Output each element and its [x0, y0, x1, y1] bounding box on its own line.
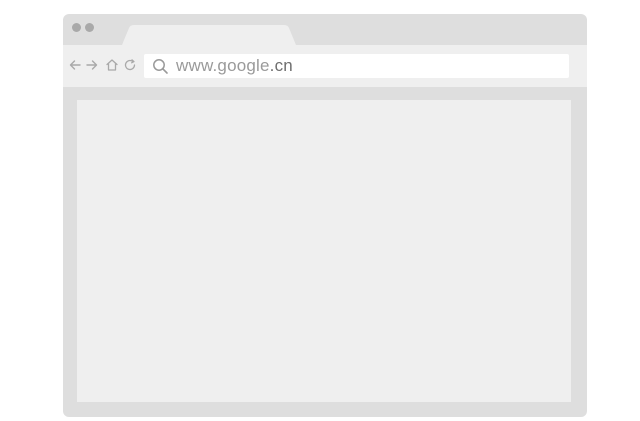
address-bar[interactable]: www.google.cn [144, 54, 569, 78]
url-text[interactable]: www.google.cn [176, 56, 293, 76]
forward-arrow-icon[interactable] [85, 58, 99, 72]
browser-toolbar: www.google.cn [63, 45, 587, 87]
url-tld: .cn [269, 56, 293, 75]
search-icon [152, 58, 169, 75]
window-dot-1[interactable] [72, 23, 81, 32]
url-host: www.google [176, 56, 270, 75]
home-icon[interactable] [105, 58, 119, 72]
reload-icon[interactable] [123, 58, 137, 72]
browser-tab[interactable] [122, 25, 296, 45]
browser-window: www.google.cn [63, 14, 587, 417]
window-dot-2[interactable] [85, 23, 94, 32]
back-arrow-icon[interactable] [68, 58, 82, 72]
page-content-area[interactable] [77, 100, 571, 402]
title-bar [63, 14, 587, 45]
